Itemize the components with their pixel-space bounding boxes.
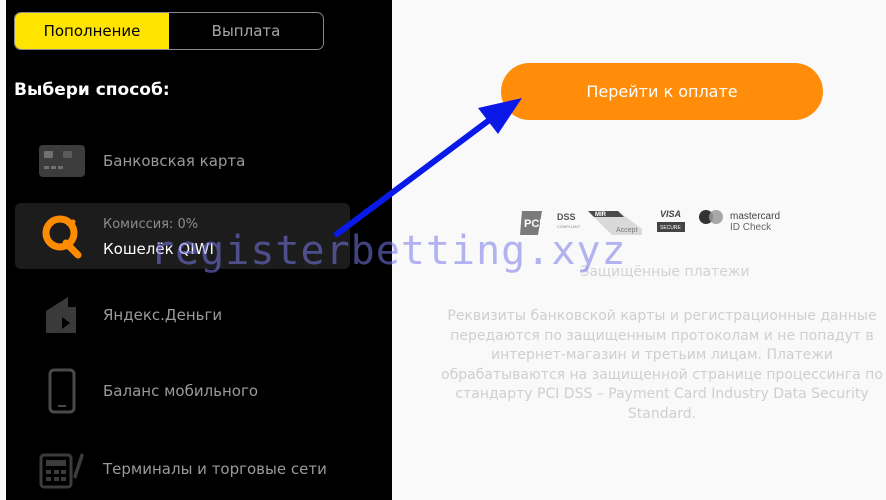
commission-text: Комиссия: 0% — [103, 217, 199, 232]
mir-accept-logo: MIR Accept — [588, 211, 642, 235]
tab-withdraw[interactable]: Выплата — [169, 13, 323, 49]
info-line: стандарту PCI DSS – Payment Card Industr… — [455, 386, 869, 402]
bank-card-icon — [37, 136, 87, 186]
secure-payments-caption: Защищённые платежи — [580, 264, 750, 280]
security-info-text: Реквизиты банковской карты и регистрацио… — [438, 307, 886, 424]
method-label: Банковская карта — [103, 152, 246, 170]
mobile-phone-icon — [37, 366, 87, 416]
method-yandex-money[interactable]: Яндекс.Деньги — [15, 282, 350, 348]
info-line: интернет-магазин и третьим лицам. Платеж… — [491, 347, 833, 363]
mir-text: MIR — [595, 212, 607, 218]
yandex-money-icon — [37, 290, 87, 340]
security-logos: PCI DSS COMPLIANT MIR Accept VISA SECURE… — [520, 209, 780, 235]
payment-method-panel: Пополнение Выплата Выбери способ: Банков… — [6, 0, 392, 500]
method-label: Яндекс.Деньги — [103, 306, 223, 324]
method-label: Кошелёк QIWI — [103, 240, 214, 258]
pci-dss-logo: PCI DSS COMPLIANT — [520, 211, 581, 235]
method-terminals[interactable]: Терминалы и торговые сети — [15, 436, 350, 500]
visa-secure-text: SECURE — [660, 225, 682, 231]
pci-dss-text: DSS — [557, 212, 576, 222]
mastercard-text: mastercard — [730, 211, 780, 222]
info-line: обрабатываются на защищенной странице пр… — [441, 366, 883, 383]
pci-compliant-text: COMPLIANT — [557, 224, 581, 229]
pci-text: PCI — [524, 218, 542, 230]
payment-type-tabs: Пополнение Выплата — [14, 12, 324, 50]
method-qiwi[interactable]: Комиссия: 0% Кошелёк QIWI — [15, 203, 350, 269]
go-to-payment-button[interactable]: Перейти к оплате — [501, 63, 823, 120]
qiwi-icon — [37, 211, 87, 261]
info-line: Реквизиты банковской карты и регистрацио… — [447, 308, 877, 324]
info-line: Standard. — [627, 405, 697, 422]
method-mobile-balance[interactable]: Баланс мобильного — [15, 358, 350, 424]
mastercard-id-check-logo: mastercard ID Check — [699, 210, 780, 233]
mastercard-id-check-text: ID Check — [730, 222, 772, 233]
method-label: Терминалы и торговые сети — [103, 460, 327, 478]
visa-secure-logo: VISA SECURE — [657, 209, 685, 232]
mir-accept-text: Accept — [616, 227, 637, 234]
visa-text: VISA — [660, 209, 681, 219]
method-bank-card[interactable]: Банковская карта — [15, 128, 350, 194]
tab-deposit[interactable]: Пополнение — [15, 13, 169, 49]
terminal-icon — [37, 444, 87, 494]
info-line: передаются по защищенным протоколам и не… — [450, 327, 874, 344]
choose-method-heading: Выбери способ: — [14, 80, 170, 100]
method-label: Баланс мобильного — [103, 382, 259, 400]
